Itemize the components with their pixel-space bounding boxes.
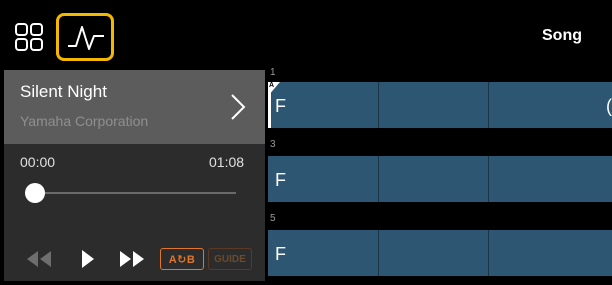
- song-artist: Yamaha Corporation: [20, 113, 149, 129]
- chord-row[interactable]: F ( A: [268, 82, 612, 128]
- play-icon[interactable]: [80, 247, 96, 271]
- chord-cell[interactable]: [488, 82, 599, 128]
- chord-cell[interactable]: [488, 230, 599, 276]
- chord-cell[interactable]: [378, 82, 489, 128]
- waveform-button[interactable]: [56, 13, 114, 61]
- progress-slider-thumb[interactable]: [25, 183, 45, 203]
- song-panel: Silent Night Yamaha Corporation 00:00 01…: [4, 70, 265, 281]
- chord-chart: 1 F ( A 3 F 5 F: [268, 67, 612, 285]
- bar-number: 3: [270, 139, 276, 150]
- total-time: 01:08: [209, 154, 245, 170]
- ab-repeat-button[interactable]: A↻B: [160, 248, 204, 270]
- chevron-right-icon: [231, 94, 246, 120]
- elapsed-time: 00:00: [20, 154, 56, 170]
- bar-number: 5: [270, 213, 276, 224]
- chord-name: F: [275, 170, 286, 190]
- waveform-icon: [68, 26, 104, 50]
- chord-cell[interactable]: [488, 156, 599, 202]
- section-label: A: [269, 82, 275, 89]
- chord-name: (: [606, 96, 612, 116]
- transport-controls: A↻B GUIDE: [4, 240, 265, 280]
- grid-icon[interactable]: [14, 22, 44, 52]
- guide-button[interactable]: GUIDE: [208, 248, 252, 270]
- chord-row[interactable]: F: [268, 156, 612, 202]
- chord-cell[interactable]: [378, 156, 489, 202]
- chord-row[interactable]: F: [268, 230, 612, 276]
- chord-name: F: [275, 244, 286, 264]
- chord-cell[interactable]: [378, 230, 489, 276]
- rewind-icon[interactable]: [26, 248, 52, 270]
- song-tab-label[interactable]: Song: [542, 27, 612, 45]
- bar-number: 1: [270, 67, 276, 78]
- fast-forward-icon[interactable]: [119, 248, 145, 270]
- song-selector[interactable]: Silent Night Yamaha Corporation: [4, 70, 265, 144]
- progress-slider-track[interactable]: [34, 192, 236, 194]
- top-bar: Song: [0, 0, 612, 70]
- chord-name: F: [275, 96, 286, 116]
- song-title: Silent Night: [20, 82, 107, 101]
